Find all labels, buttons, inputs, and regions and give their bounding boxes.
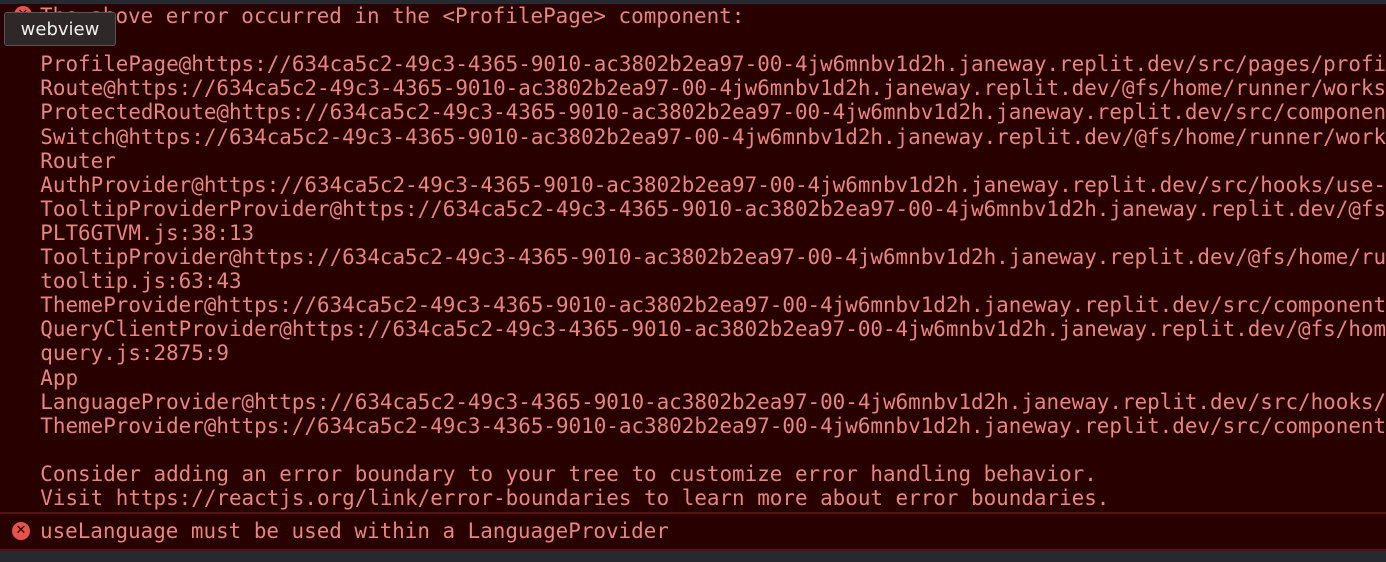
stack-trace-line: The above error occurred in the <Profile…: [40, 4, 745, 28]
bottom-bar: [0, 551, 1386, 562]
stack-trace-line: Router: [0, 148, 116, 173]
stack-trace-line: query.js:2875:9: [0, 341, 229, 366]
stack-trace-line: Visit https://reactjs.org/link/error-bou…: [0, 486, 1110, 510]
stack-trace-line: ProtectedRoute@https://634ca5c2-49c3-436…: [0, 100, 1386, 125]
stack-trace-line: AuthProvider@https://634ca5c2-49c3-4365-…: [0, 172, 1386, 197]
console-error-entry: ✕ useLanguage must be used within a Lang…: [0, 514, 1386, 550]
error-circle-icon: ✕: [12, 522, 30, 540]
error-message: useLanguage must be used within a Langua…: [40, 519, 669, 543]
webview-tooltip: webview: [4, 12, 116, 46]
stack-trace-line: ThemeProvider@https://634ca5c2-49c3-4365…: [0, 413, 1386, 438]
stack-trace-line: QueryClientProvider@https://634ca5c2-49c…: [0, 317, 1386, 342]
stack-trace-line: Route@https://634ca5c2-49c3-4365-9010-ac…: [0, 76, 1386, 101]
stack-trace-line: Consider adding an error boundary to you…: [0, 461, 1097, 486]
stack-trace-line: ThemeProvider@https://634ca5c2-49c3-4365…: [0, 293, 1386, 318]
stack-trace-line: ProfilePage@https://634ca5c2-49c3-4365-9…: [0, 52, 1386, 77]
stack-trace-line: tooltip.js:63:43: [0, 269, 242, 294]
stack-trace-line: TooltipProviderProvider@https://634ca5c2…: [0, 196, 1386, 221]
console-error-entry: ✕ The above error occurred in the <Profi…: [0, 4, 1386, 513]
stack-trace-line: PLT6GTVM.js:38:13: [0, 220, 255, 245]
stack-trace-line: TooltipProvider@https://634ca5c2-49c3-43…: [0, 245, 1386, 269]
stack-trace-line: App: [40, 365, 79, 390]
stack-trace-line: LanguageProvider@https://634ca5c2-49c3-4…: [0, 389, 1386, 414]
stack-trace-line: Switch@https://634ca5c2-49c3-4365-9010-a…: [0, 124, 1386, 149]
